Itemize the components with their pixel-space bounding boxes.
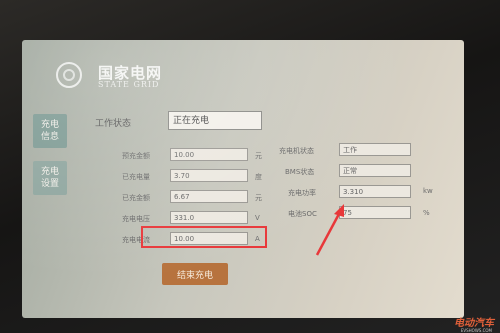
stop-charging-button[interactable]: 结束充电 [162,263,228,285]
red-arrow-annotation [315,204,344,256]
stop-charging-label: 结束充电 [176,270,213,281]
charger-screen: 国家电网 STATE GRID 充电 信息 充电 设置 工作状态 正在充电 预充… [22,40,464,318]
watermark-sub: EVSHOWS.COM [460,328,492,333]
watermark-logo: 电动汽车 [454,318,494,329]
